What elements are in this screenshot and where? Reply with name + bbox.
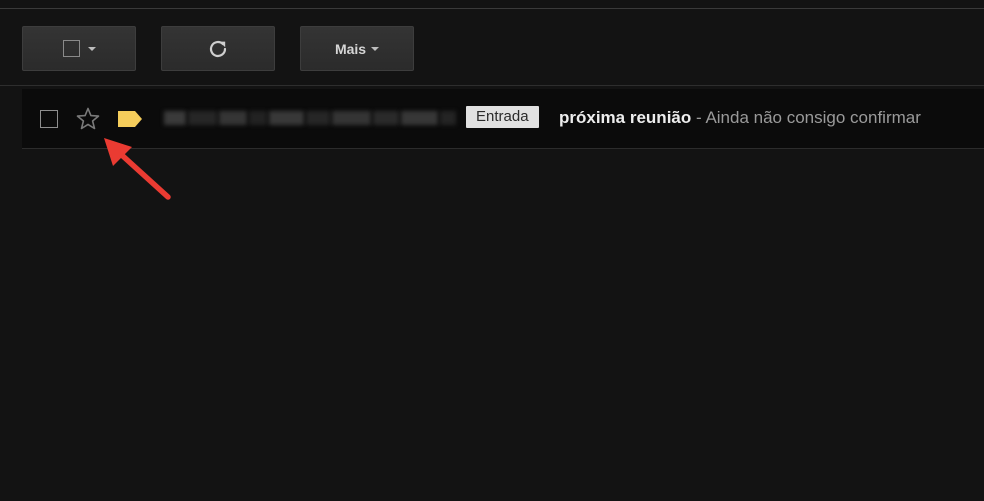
checkbox-icon	[62, 40, 80, 57]
row-checkbox[interactable]	[40, 110, 58, 128]
annotation-arrow	[104, 138, 171, 200]
top-divider	[0, 8, 984, 9]
more-button-label: Mais	[334, 40, 367, 57]
refresh-icon	[209, 40, 227, 57]
message-snippet: Ainda não consigo confirmar	[705, 108, 921, 127]
star-icon[interactable]	[75, 106, 101, 132]
label-tag-icon[interactable]	[117, 110, 143, 128]
refresh-button[interactable]	[161, 26, 275, 71]
more-button[interactable]: Mais	[300, 26, 414, 71]
chevron-down-icon	[87, 46, 96, 51]
message-separator: -	[691, 108, 706, 127]
chevron-down-icon	[371, 46, 380, 51]
toolbar-divider	[0, 85, 984, 86]
sender-redacted	[164, 103, 456, 133]
label-badge[interactable]: Entrada	[466, 106, 539, 128]
select-dropdown-button[interactable]	[22, 26, 136, 71]
message-subject-line[interactable]: próxima reunião - Ainda não consigo conf…	[559, 106, 984, 130]
message-subject: próxima reunião	[559, 108, 692, 127]
